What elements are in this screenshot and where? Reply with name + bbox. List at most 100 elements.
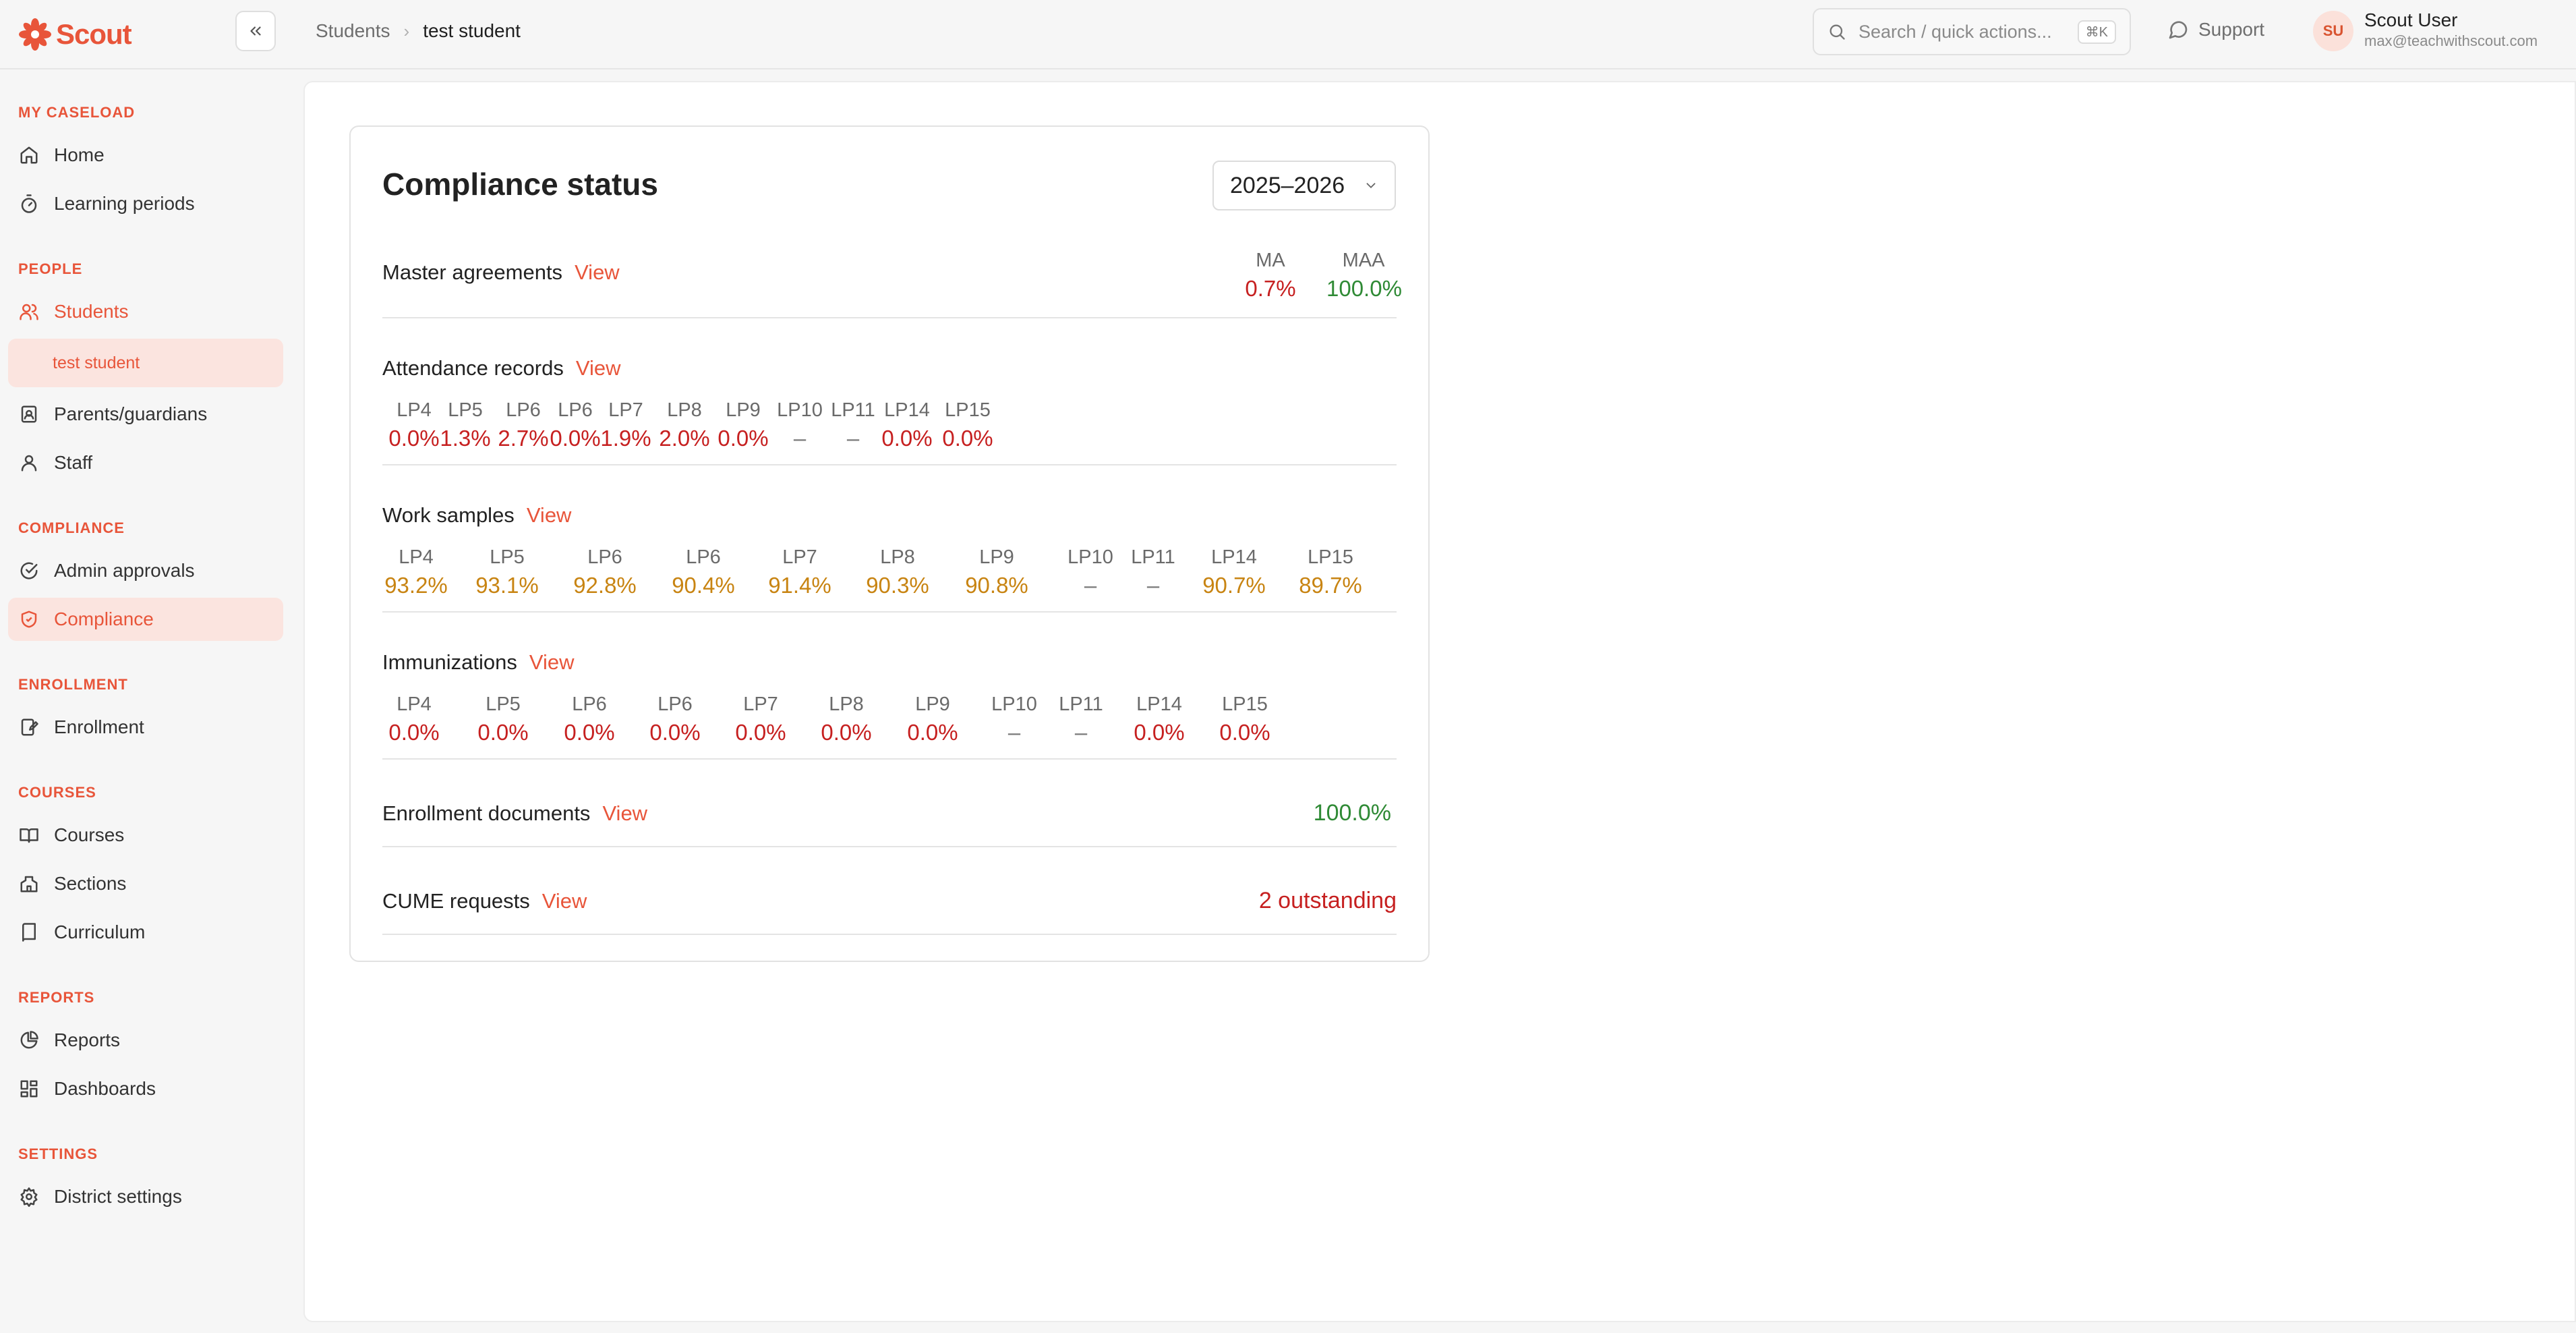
sidebar-item-label: Courses bbox=[54, 824, 125, 845]
user-name: Scout User bbox=[2364, 9, 2458, 30]
section-people: PEOPLE bbox=[18, 260, 83, 277]
sidebar-item-label: Admin approvals bbox=[54, 560, 195, 581]
metric-header: LP14 bbox=[1211, 546, 1257, 568]
metric-value: 0.0% bbox=[942, 426, 993, 451]
sidebar-item-staff[interactable]: Staff bbox=[8, 441, 283, 484]
metric-value: 93.1% bbox=[475, 573, 539, 598]
attendance-records-label: Attendance records View bbox=[382, 356, 620, 380]
immunizations-view-link[interactable]: View bbox=[529, 650, 575, 674]
sidebar-item-enrollment[interactable]: Enrollment bbox=[8, 706, 283, 749]
metric-cell: LP4 0.0% bbox=[377, 693, 451, 745]
cume-requests-view-link[interactable]: View bbox=[542, 889, 587, 913]
metric-header: LP10 bbox=[991, 693, 1037, 715]
enrollment-documents-view-link[interactable]: View bbox=[602, 801, 647, 825]
sidebar-item-label: Students bbox=[54, 301, 129, 322]
contact-card-icon bbox=[21, 405, 37, 423]
metric-header: LP15 bbox=[1308, 546, 1353, 568]
work-samples-row: Work samples View LP4 93.2% LP5 93.1% LP6 92.8… bbox=[382, 465, 1397, 613]
metric-cell: LP6 0.0% bbox=[638, 693, 712, 745]
sidebar-item-learning-periods[interactable]: Learning periods bbox=[8, 182, 283, 225]
metric-cell: LP15 0.0% bbox=[1208, 693, 1282, 745]
sidebar-item-courses[interactable]: Courses bbox=[8, 814, 283, 857]
sidebar-item-parents[interactable]: Parents/guardians bbox=[8, 393, 283, 436]
work-samples-label: Work samples View bbox=[382, 503, 571, 528]
chevron-down-icon bbox=[1366, 183, 1376, 189]
sidebar-item-label: Home bbox=[54, 144, 105, 165]
metric-cell: LP6 0.0% bbox=[552, 693, 626, 745]
metric-value: 90.8% bbox=[965, 573, 1028, 598]
sidebar-item-students[interactable]: Students bbox=[8, 290, 283, 333]
book-icon bbox=[22, 923, 36, 942]
metric-value: 0.0% bbox=[1219, 720, 1270, 745]
collapse-sidebar-button[interactable] bbox=[235, 11, 276, 51]
sidebar-item-label: Dashboards bbox=[54, 1078, 156, 1099]
breadcrumb-current: test student bbox=[423, 20, 521, 41]
sidebar-item-dashboards[interactable]: Dashboards bbox=[8, 1067, 283, 1110]
metric-cell: LP10 – bbox=[977, 693, 1051, 745]
sidebar-item-admin-approvals[interactable]: Admin approvals bbox=[8, 549, 283, 592]
breadcrumb-students-link[interactable]: Students bbox=[316, 20, 390, 42]
metric-value: 90.7% bbox=[1202, 573, 1266, 598]
users-icon bbox=[20, 304, 38, 320]
sidebar-item-sections[interactable]: Sections bbox=[8, 862, 283, 905]
metric-header: LP8 bbox=[880, 546, 915, 568]
cume-requests-label: CUME requests View bbox=[382, 889, 587, 913]
search-input[interactable]: Search / quick actions... ⌘K bbox=[1813, 8, 2131, 55]
card-title: Compliance status bbox=[382, 167, 658, 202]
metric-cell: LP9 0.0% bbox=[896, 693, 970, 745]
metric-header: LP11 bbox=[1059, 693, 1103, 715]
metric-header: LP4 bbox=[397, 693, 432, 715]
metric-header: LP9 bbox=[915, 693, 950, 715]
check-circle-icon bbox=[20, 562, 38, 579]
school-year-select[interactable]: 2025–2026 bbox=[1212, 161, 1396, 210]
row-title: Enrollment documents bbox=[382, 801, 591, 825]
metric-header: LP7 bbox=[782, 546, 817, 568]
sidebar-item-compliance[interactable]: Compliance bbox=[8, 598, 283, 641]
metric-value: 0.0% bbox=[388, 720, 440, 745]
metric-header: LP7 bbox=[743, 693, 778, 715]
shield-check-icon bbox=[21, 611, 37, 628]
sidebar-item-curriculum[interactable]: Curriculum bbox=[8, 911, 283, 954]
sidebar-item-label: District settings bbox=[54, 1186, 182, 1207]
metric-cell: LP15 0.0% bbox=[931, 399, 1005, 451]
scout-logo[interactable]: Scout bbox=[18, 16, 132, 53]
chevron-right-icon: › bbox=[403, 20, 410, 41]
section-courses: COURSES bbox=[18, 784, 96, 801]
metric-header: LP15 bbox=[945, 399, 991, 421]
metric-value: 0.0% bbox=[477, 720, 529, 745]
metric-value: 0.0% bbox=[821, 720, 872, 745]
scout-logo-icon bbox=[19, 18, 51, 51]
attendance-records-view-link[interactable]: View bbox=[576, 356, 621, 380]
metric-cell: LP8 0.0% bbox=[809, 693, 883, 745]
metric-value: 0.0% bbox=[649, 720, 701, 745]
section-compliance: COMPLIANCE bbox=[18, 519, 125, 536]
metric-cell: MAA 100.0% bbox=[1326, 250, 1402, 302]
sidebar-subitem-test-student[interactable]: test student bbox=[8, 339, 283, 387]
row-title: Master agreements bbox=[382, 260, 563, 284]
support-button[interactable]: Support bbox=[2167, 19, 2264, 40]
sidebar-item-reports[interactable]: Reports bbox=[8, 1019, 283, 1062]
metric-value: – bbox=[1074, 720, 1088, 745]
metric-value: 0.0% bbox=[907, 720, 958, 745]
master-agreements-view-link[interactable]: View bbox=[575, 260, 620, 284]
sidebar-item-home[interactable]: Home bbox=[8, 134, 283, 177]
school-icon bbox=[20, 876, 38, 892]
sidebar-item-district-settings[interactable]: District settings bbox=[8, 1175, 283, 1218]
user-menu[interactable]: Scout User max@teachwithscout.com bbox=[2364, 9, 2538, 50]
avatar[interactable]: SU bbox=[2313, 11, 2353, 51]
master-agreements-label: Master agreements View bbox=[382, 260, 620, 285]
section-my-caseload: MY CASELOAD bbox=[18, 104, 136, 121]
metric-header: LP11 bbox=[1131, 546, 1175, 568]
master-agreements-row: Master agreements View MA 0.7% MAA 100.0% bbox=[382, 242, 1402, 318]
enrollment-documents-row: Enrollment documents View 100.0% bbox=[382, 760, 1397, 847]
top-bar: Scout Students › test student Search / q… bbox=[0, 0, 2576, 69]
metric-cell: LP5 93.1% bbox=[470, 546, 544, 598]
sidebar-item-label: Reports bbox=[54, 1029, 121, 1050]
metric-cell: LP11 – bbox=[1044, 693, 1118, 745]
row-title: Attendance records bbox=[382, 356, 564, 380]
metric-value: 93.2% bbox=[384, 573, 448, 598]
work-samples-view-link[interactable]: View bbox=[527, 503, 572, 527]
metric-header: LP5 bbox=[490, 546, 525, 568]
sidebar-item-label: Curriculum bbox=[54, 921, 146, 942]
metric-cell: LP6 92.8% bbox=[568, 546, 642, 598]
